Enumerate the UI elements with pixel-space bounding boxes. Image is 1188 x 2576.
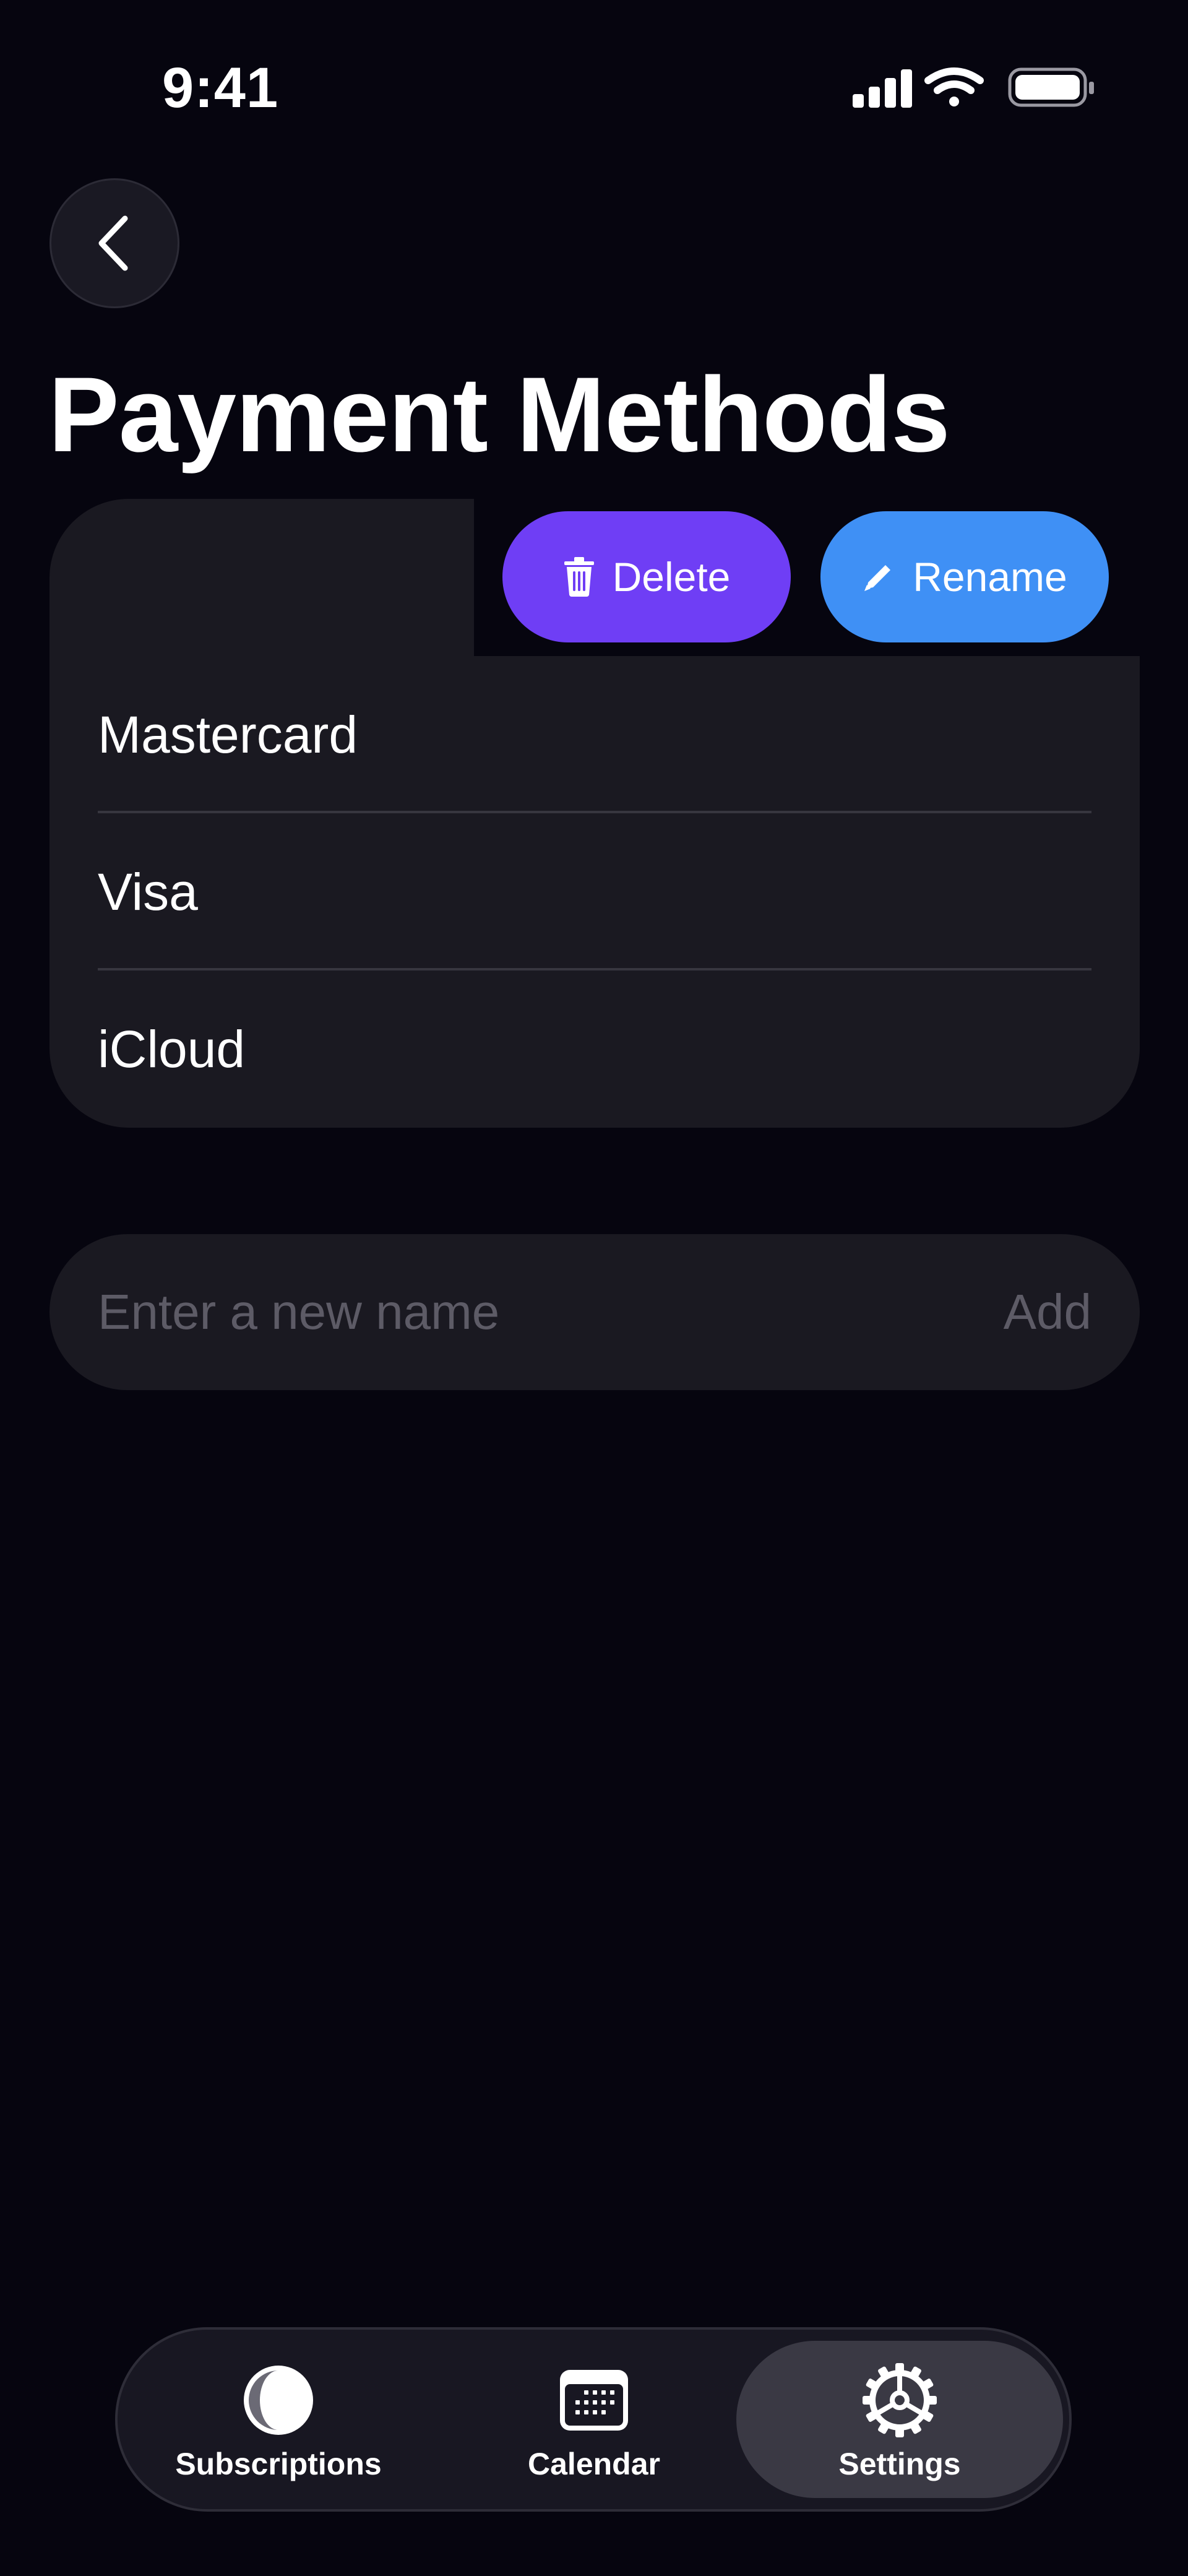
battery-icon (1008, 67, 1094, 107)
new-method-row: Add (50, 1234, 1140, 1390)
tab-settings[interactable]: Settings (736, 2341, 1063, 2498)
trash-icon (564, 557, 594, 597)
tab-label: Calendar (528, 2447, 660, 2481)
calendar-icon (560, 2370, 628, 2431)
status-time: 9:41 (162, 56, 279, 119)
wifi-icon (924, 67, 984, 106)
new-name-input[interactable] (98, 1234, 902, 1390)
payment-method-label: iCloud (98, 1019, 246, 1078)
status-icons (848, 67, 1095, 108)
add-button[interactable]: Add (1004, 1234, 1091, 1390)
chevron-left-icon (98, 215, 128, 271)
tab-subscriptions[interactable]: Subscriptions (155, 2341, 402, 2498)
rename-button[interactable]: Rename (820, 511, 1109, 642)
list-item[interactable]: Visa (50, 813, 1140, 970)
cellular-signal-icon (853, 69, 912, 108)
rename-label: Rename (913, 554, 1067, 600)
tab-bar: Subscriptions Calendar Settings (115, 2327, 1072, 2512)
subscriptions-icon (244, 2366, 313, 2435)
tab-calendar[interactable]: Calendar (470, 2341, 718, 2498)
payment-methods-list: Mastercard Visa iCloud (50, 656, 1140, 1128)
payment-method-label: Mastercard (98, 705, 358, 764)
delete-label: Delete (612, 554, 731, 600)
delete-button[interactable]: Delete (502, 511, 791, 642)
pencil-icon (864, 565, 891, 591)
back-button[interactable] (50, 178, 179, 308)
payment-methods-card-top (50, 499, 474, 659)
tab-label: Subscriptions (175, 2447, 382, 2481)
page-title: Payment Methods (48, 355, 950, 474)
list-item[interactable]: iCloud (50, 970, 1140, 1128)
gear-icon (863, 2363, 937, 2437)
tab-label: Settings (838, 2447, 961, 2481)
payment-method-label: Visa (98, 862, 198, 921)
list-item[interactable]: Mastercard (50, 656, 1140, 813)
